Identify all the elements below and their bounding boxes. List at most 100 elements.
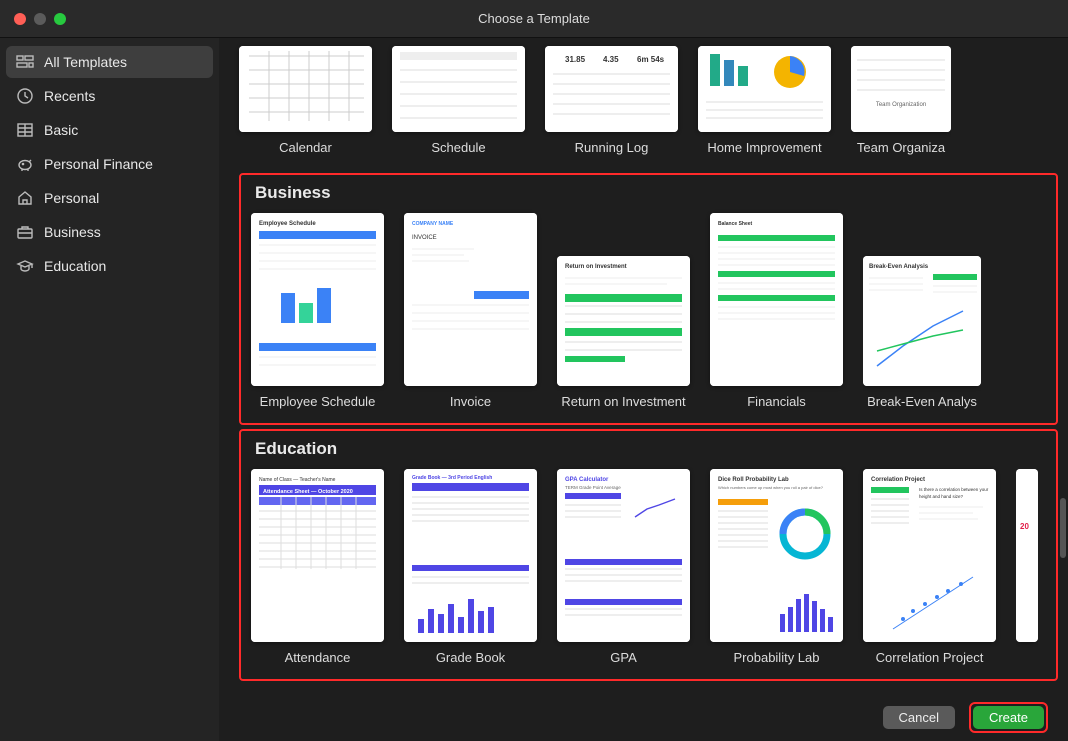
- template-row: Name of Class — Teacher's Name Attendance…: [251, 469, 1056, 665]
- template-thumbnail: [239, 46, 372, 132]
- sidebar-item-education[interactable]: Education: [6, 250, 213, 282]
- sidebar-item-business[interactable]: Business: [6, 216, 213, 248]
- clock-icon: [16, 87, 34, 105]
- sidebar-item-label: Education: [44, 258, 106, 274]
- template-attendance[interactable]: Name of Class — Teacher's Name Attendance…: [251, 469, 384, 665]
- footer: Cancel Create: [219, 693, 1068, 741]
- cancel-button[interactable]: Cancel: [883, 706, 955, 729]
- template-label: Invoice: [450, 394, 491, 409]
- template-label: Return on Investment: [561, 394, 685, 409]
- template-row: Calendar Schedule 31.854.356m 54s Runnin…: [239, 46, 1068, 155]
- sidebar-item-label: Basic: [44, 122, 78, 138]
- template-label: Team Organiza: [857, 140, 945, 155]
- template-thumbnail: Correlation Project Is there a correlatio…: [863, 469, 996, 642]
- template-label: Grade Book: [436, 650, 505, 665]
- template-label: GPA: [610, 650, 637, 665]
- svg-text:Is there a correlation between: Is there a correlation between your: [919, 487, 989, 492]
- template-thumbnail: 20: [1016, 469, 1038, 642]
- sidebar-item-basic[interactable]: Basic: [6, 114, 213, 146]
- template-thumbnail: 31.854.356m 54s: [545, 46, 678, 132]
- svg-text:Employee Schedule: Employee Schedule: [259, 221, 316, 227]
- svg-text:Return on Investment: Return on Investment: [565, 264, 627, 270]
- template-gpa[interactable]: GPA Calculator TERM Grade Point Average G…: [557, 469, 690, 665]
- briefcase-icon: [16, 223, 34, 241]
- template-extra-partial[interactable]: 20: [1016, 469, 1038, 665]
- section-partial-top: Calendar Schedule 31.854.356m 54s Runnin…: [239, 38, 1068, 169]
- template-label: Calendar: [279, 140, 332, 155]
- svg-text:height and hand size?: height and hand size?: [919, 494, 964, 499]
- section-business: Business Employee Schedule Employee Sche…: [239, 173, 1058, 425]
- svg-text:INVOICE: INVOICE: [412, 235, 437, 241]
- template-grade-book[interactable]: Grade Book — 3rd Period English Grade Bo…: [404, 469, 537, 665]
- sidebar-item-label: Personal: [44, 190, 99, 206]
- template-employee-schedule[interactable]: Employee Schedule Employee Schedule: [251, 213, 384, 409]
- scrollbar-thumb[interactable]: [1060, 498, 1066, 558]
- template-calendar[interactable]: Calendar: [239, 46, 372, 155]
- sidebar-item-label: Recents: [44, 88, 95, 104]
- template-label: Correlation Project: [876, 650, 984, 665]
- template-schedule[interactable]: Schedule: [392, 46, 525, 155]
- template-label: Employee Schedule: [260, 394, 376, 409]
- template-label: Attendance: [285, 650, 351, 665]
- svg-text:6m 54s: 6m 54s: [637, 55, 665, 64]
- sidebar: All Templates Recents Basic Personal Fin…: [0, 38, 219, 741]
- table-icon: [16, 121, 34, 139]
- sidebar-item-recents[interactable]: Recents: [6, 80, 213, 112]
- template-label: Running Log: [575, 140, 649, 155]
- titlebar: Choose a Template: [0, 0, 1068, 38]
- template-thumbnail: Grade Book — 3rd Period English: [404, 469, 537, 642]
- svg-text:COMPANY NAME: COMPANY NAME: [412, 221, 454, 227]
- template-label: Home Improvement: [707, 140, 821, 155]
- template-thumbnail: GPA Calculator TERM Grade Point Average: [557, 469, 690, 642]
- sidebar-item-all-templates[interactable]: All Templates: [6, 46, 213, 78]
- svg-text:GPA Calculator: GPA Calculator: [565, 477, 609, 483]
- template-break-even-analysis[interactable]: Break-Even Analysis Break-Even Analys: [863, 213, 981, 409]
- sidebar-item-label: Business: [44, 224, 101, 240]
- template-thumbnail: COMPANY NAME INVOICE: [404, 213, 537, 386]
- sidebar-item-personal[interactable]: Personal: [6, 182, 213, 214]
- window-title: Choose a Template: [0, 11, 1068, 26]
- template-thumbnail: Name of Class — Teacher's Name Attendance…: [251, 469, 384, 642]
- template-thumbnail: Employee Schedule: [251, 213, 384, 386]
- template-home-improvement[interactable]: Home Improvement: [698, 46, 831, 155]
- template-probability-lab[interactable]: Dice Roll Probability LabWhich numbers c…: [710, 469, 843, 665]
- template-thumbnail: [698, 46, 831, 132]
- template-gallery: Calendar Schedule 31.854.356m 54s Runnin…: [219, 38, 1068, 741]
- minimize-window-button[interactable]: [34, 13, 46, 25]
- svg-text:Dice Roll Probability Lab: Dice Roll Probability Lab: [718, 477, 789, 483]
- template-thumbnail: Team Organization: [851, 46, 951, 132]
- create-button[interactable]: Create: [973, 706, 1044, 729]
- maximize-window-button[interactable]: [54, 13, 66, 25]
- template-running-log[interactable]: 31.854.356m 54s Running Log: [545, 46, 678, 155]
- template-thumbnail: Balance Sheet: [710, 213, 843, 386]
- svg-text:Name of Class — Teacher's Name: Name of Class — Teacher's Name: [259, 477, 336, 483]
- template-return-on-investment[interactable]: Return on Investment Return on Investmen…: [557, 213, 690, 409]
- svg-text:31.85: 31.85: [565, 55, 586, 64]
- template-thumbnail: Dice Roll Probability LabWhich numbers c…: [710, 469, 843, 642]
- close-window-button[interactable]: [14, 13, 26, 25]
- template-thumbnail: Break-Even Analysis: [863, 256, 981, 386]
- template-invoice[interactable]: COMPANY NAME INVOICE Invoice: [404, 213, 537, 409]
- template-label: Probability Lab: [734, 650, 820, 665]
- svg-text:Team Organization: Team Organization: [876, 102, 926, 108]
- piggy-icon: [16, 155, 34, 173]
- svg-text:20: 20: [1020, 522, 1029, 531]
- template-financials[interactable]: Balance Sheet Financials: [710, 213, 843, 409]
- sidebar-item-label: All Templates: [44, 54, 127, 70]
- template-label: Break-Even Analys: [867, 394, 977, 409]
- create-button-highlight: Create: [969, 702, 1048, 733]
- template-label: Financials: [747, 394, 806, 409]
- gradcap-icon: [16, 257, 34, 275]
- sidebar-item-label: Personal Finance: [44, 156, 153, 172]
- svg-text:Balance Sheet: Balance Sheet: [718, 221, 753, 227]
- sidebar-item-personal-finance[interactable]: Personal Finance: [6, 148, 213, 180]
- section-education: Education Name of Class — Teacher's Name…: [239, 429, 1058, 681]
- template-thumbnail: [392, 46, 525, 132]
- template-correlation-project[interactable]: Correlation Project Is there a correlatio…: [863, 469, 996, 665]
- svg-text:Grade Book — 3rd Period Englis: Grade Book — 3rd Period English: [412, 475, 492, 481]
- svg-text:Attendance Sheet — October 202: Attendance Sheet — October 2020: [263, 489, 353, 495]
- svg-text:Correlation Project: Correlation Project: [871, 477, 925, 483]
- svg-text:TERM Grade Point Average: TERM Grade Point Average: [565, 485, 621, 490]
- template-team-organization[interactable]: Team Organization Team Organiza: [851, 46, 951, 155]
- template-label: Schedule: [431, 140, 485, 155]
